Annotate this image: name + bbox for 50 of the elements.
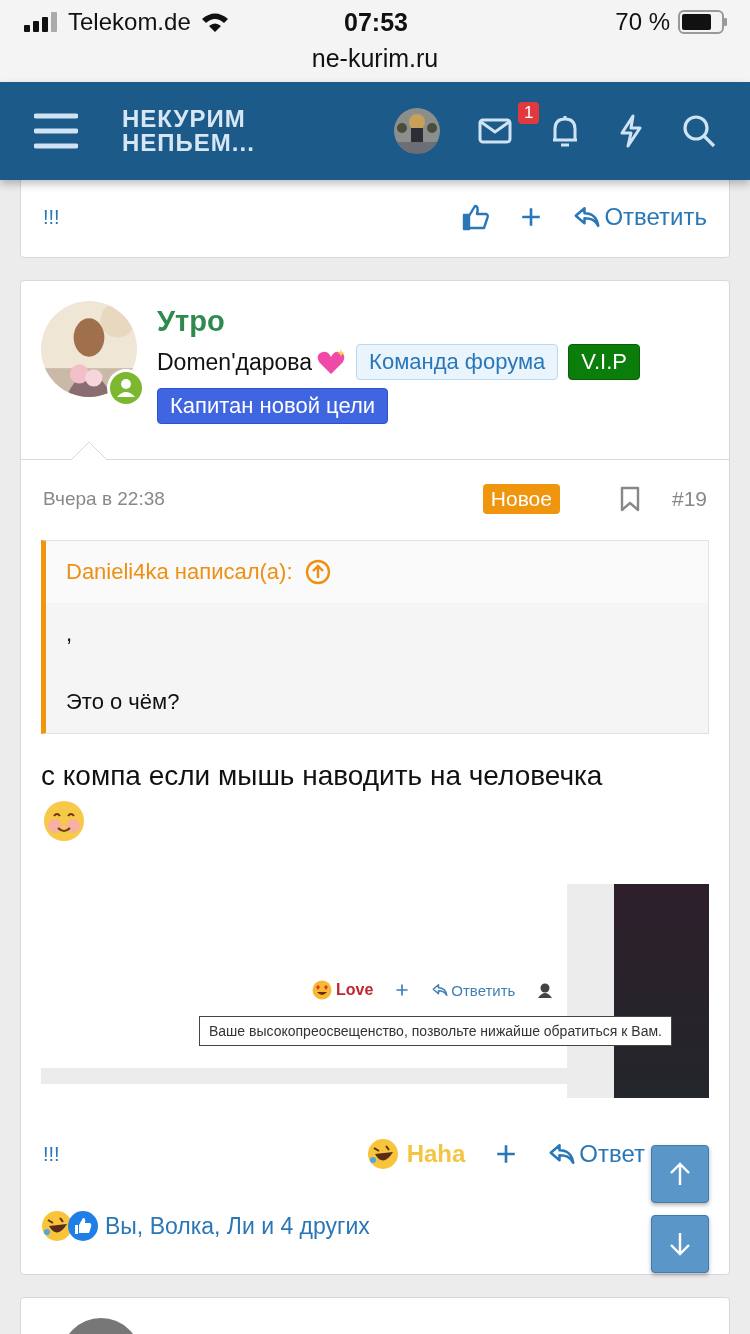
- reply-button[interactable]: Ответ: [547, 1139, 645, 1169]
- quote-text: Это о чём?: [66, 689, 180, 714]
- signature-text: !!!: [43, 1142, 60, 1166]
- battery-icon: [678, 10, 728, 34]
- author-name[interactable]: Утро: [157, 305, 225, 338]
- logo-text[interactable]: НЕКУРИМ: [122, 107, 255, 131]
- user-banner: Капитан новой цели: [157, 388, 389, 424]
- signal-icon: [24, 12, 58, 32]
- clock-time: 07:53: [344, 7, 408, 37]
- scroll-down-button[interactable]: [651, 1215, 709, 1273]
- reply-link[interactable]: Ответить: [451, 981, 516, 999]
- plus-icon[interactable]: [495, 1143, 518, 1165]
- reply-button[interactable]: Ответить: [572, 202, 707, 232]
- logo-text[interactable]: НЕПЬЕМ...: [122, 131, 255, 155]
- notification-count: 1: [518, 102, 540, 124]
- sparkling-heart-icon: [316, 348, 347, 376]
- lightning-icon[interactable]: [618, 114, 644, 148]
- scroll-up-button[interactable]: [651, 1145, 709, 1203]
- plus-icon[interactable]: [395, 983, 410, 997]
- user-title: Domen'дарова: [157, 348, 313, 376]
- plus-icon[interactable]: [520, 206, 543, 228]
- smiling-emoji-icon: [43, 800, 85, 842]
- reply-icon: [431, 981, 450, 999]
- battery-percent: 70 %: [615, 8, 670, 36]
- love-reaction[interactable]: Love: [335, 981, 374, 999]
- new-label: Новое: [482, 484, 560, 514]
- url-text[interactable]: ne-kurim.ru: [311, 44, 439, 73]
- post-text: с компа если мышь наводить на человечка: [41, 760, 603, 791]
- laughing-emoji-icon: [366, 1138, 399, 1170]
- user-banner: V.I.P: [568, 344, 640, 380]
- bell-icon[interactable]: [550, 114, 580, 148]
- menu-icon[interactable]: [34, 112, 78, 150]
- carrier-name: Telekom.de: [68, 8, 191, 36]
- tooltip: Ваше высокопреосвещенство, позвольте нижайше обратиться к Вам.: [199, 1016, 672, 1046]
- thumbs-up-icon[interactable]: [462, 203, 491, 231]
- quote-text: ,: [66, 621, 73, 646]
- user-banner: Команда форума: [356, 344, 559, 380]
- heart-eyes-emoji-icon: [311, 980, 332, 1000]
- mail-icon[interactable]: [478, 118, 512, 144]
- online-user-icon: [110, 372, 142, 404]
- wifi-icon: [200, 12, 229, 32]
- laughing-emoji-icon: [41, 1210, 73, 1242]
- search-icon[interactable]: [682, 114, 716, 148]
- post-number[interactable]: #19: [671, 487, 707, 511]
- post-date[interactable]: Вчера в 22:38: [43, 488, 165, 510]
- like-icon: [67, 1210, 99, 1242]
- bookmark-icon[interactable]: [619, 486, 640, 512]
- signature-text: !!!: [43, 205, 60, 229]
- user-icon: [537, 982, 554, 998]
- reactions-summary[interactable]: Вы, Волка, Ли и 4 других: [105, 1212, 370, 1240]
